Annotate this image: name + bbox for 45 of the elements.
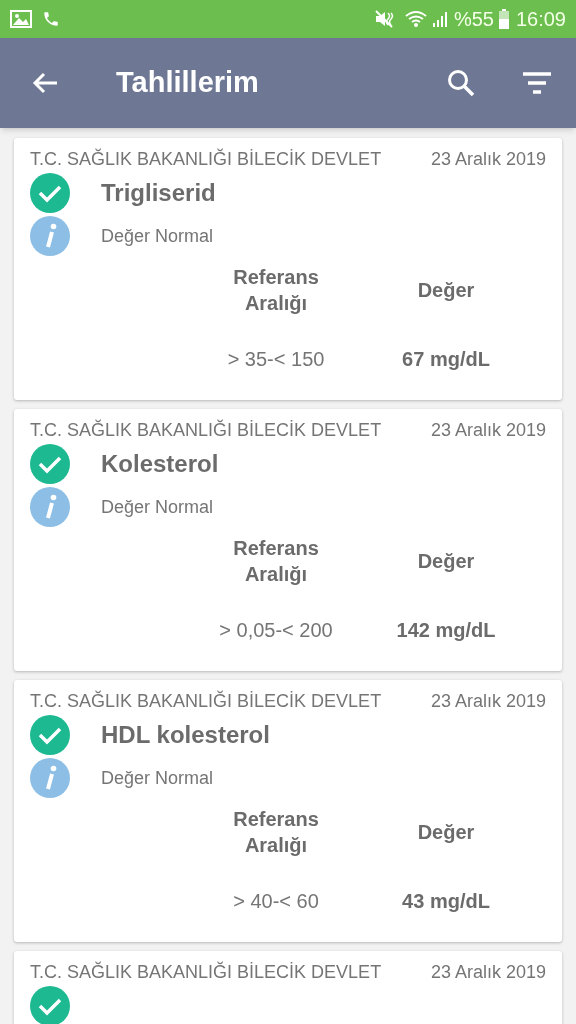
- info-icon: [30, 216, 70, 256]
- test-name: Kolesterol: [101, 449, 219, 479]
- result-note: Değer Normal: [101, 495, 214, 519]
- clock: 16:09: [515, 7, 566, 32]
- column-header: Değer: [416, 820, 476, 845]
- reference-range: > 35-< 150: [226, 347, 326, 372]
- result-card[interactable]: T.C. SAĞLIK BAKANLIĞI BİLECİK DEVLET 23 Aralık 2019: [14, 951, 562, 1024]
- info-icon: [30, 758, 70, 798]
- result-card[interactable]: T.C. SAĞLIK BAKANLIĞI BİLECİK DEVLET 23 Aralık 2019 Kolesterol Değer Normal Referans Aralığı Değer > 0,05-< 200 142 mg/dL: [14, 409, 562, 671]
- result-date: 23 Aralık 2019: [430, 690, 546, 712]
- phone-icon: [42, 10, 60, 28]
- back-arrow-icon: [31, 71, 59, 95]
- column-header: Referans Aralığı: [232, 536, 320, 587]
- result-value: 142 mg/dL: [395, 618, 497, 643]
- column-header: Değer: [416, 278, 476, 303]
- test-name: HDL kolesterol: [101, 720, 270, 750]
- search-icon: [446, 68, 476, 98]
- filter-icon: [522, 72, 552, 94]
- column-header: Değer: [416, 549, 476, 574]
- wifi-icon: [403, 9, 428, 29]
- result-card[interactable]: T.C. SAĞLIK BAKANLIĞI BİLECİK DEVLET 23 Aralık 2019 Trigliserid Değer Normal Referans Aralığı Değer > 35-< 150 67 mg/dL: [14, 138, 562, 400]
- result-note: Değer Normal: [101, 766, 214, 790]
- result-note: Değer Normal: [101, 224, 214, 248]
- institution-name: T.C. SAĞLIK BAKANLIĞI BİLECİK DEVLET: [30, 961, 382, 983]
- institution-name: T.C. SAĞLIK BAKANLIĞI BİLECİK DEVLET: [30, 690, 382, 712]
- info-icon: [30, 487, 70, 527]
- result-date: 23 Aralık 2019: [430, 148, 546, 170]
- result-card[interactable]: T.C. SAĞLIK BAKANLIĞI BİLECİK DEVLET 23 Aralık 2019 HDL kolesterol Değer Normal Referans Aralığı Değer > 40-< 60 43 mg/dL: [14, 680, 562, 942]
- column-header: Referans Aralığı: [232, 807, 320, 858]
- reference-range: > 0,05-< 200: [218, 618, 334, 643]
- result-date: 23 Aralık 2019: [430, 961, 546, 983]
- battery-percentage: %55: [453, 7, 494, 32]
- mute-icon: [373, 9, 396, 29]
- result-value: 67 mg/dL: [401, 347, 491, 372]
- result-value: 43 mg/dL: [401, 889, 491, 914]
- test-name: Trigliserid: [101, 178, 216, 208]
- signal-icon: [431, 10, 450, 28]
- result-date: 23 Aralık 2019: [430, 419, 546, 441]
- column-header: Referans Aralığı: [232, 265, 320, 316]
- institution-name: T.C. SAĞLIK BAKANLIĞI BİLECİK DEVLET: [30, 419, 382, 441]
- battery-icon: [497, 9, 510, 29]
- reference-range: > 40-< 60: [232, 889, 320, 914]
- image-icon: [10, 10, 32, 28]
- institution-name: T.C. SAĞLIK BAKANLIĞI BİLECİK DEVLET: [30, 148, 382, 170]
- screen-title: Tahlillerim: [116, 65, 259, 101]
